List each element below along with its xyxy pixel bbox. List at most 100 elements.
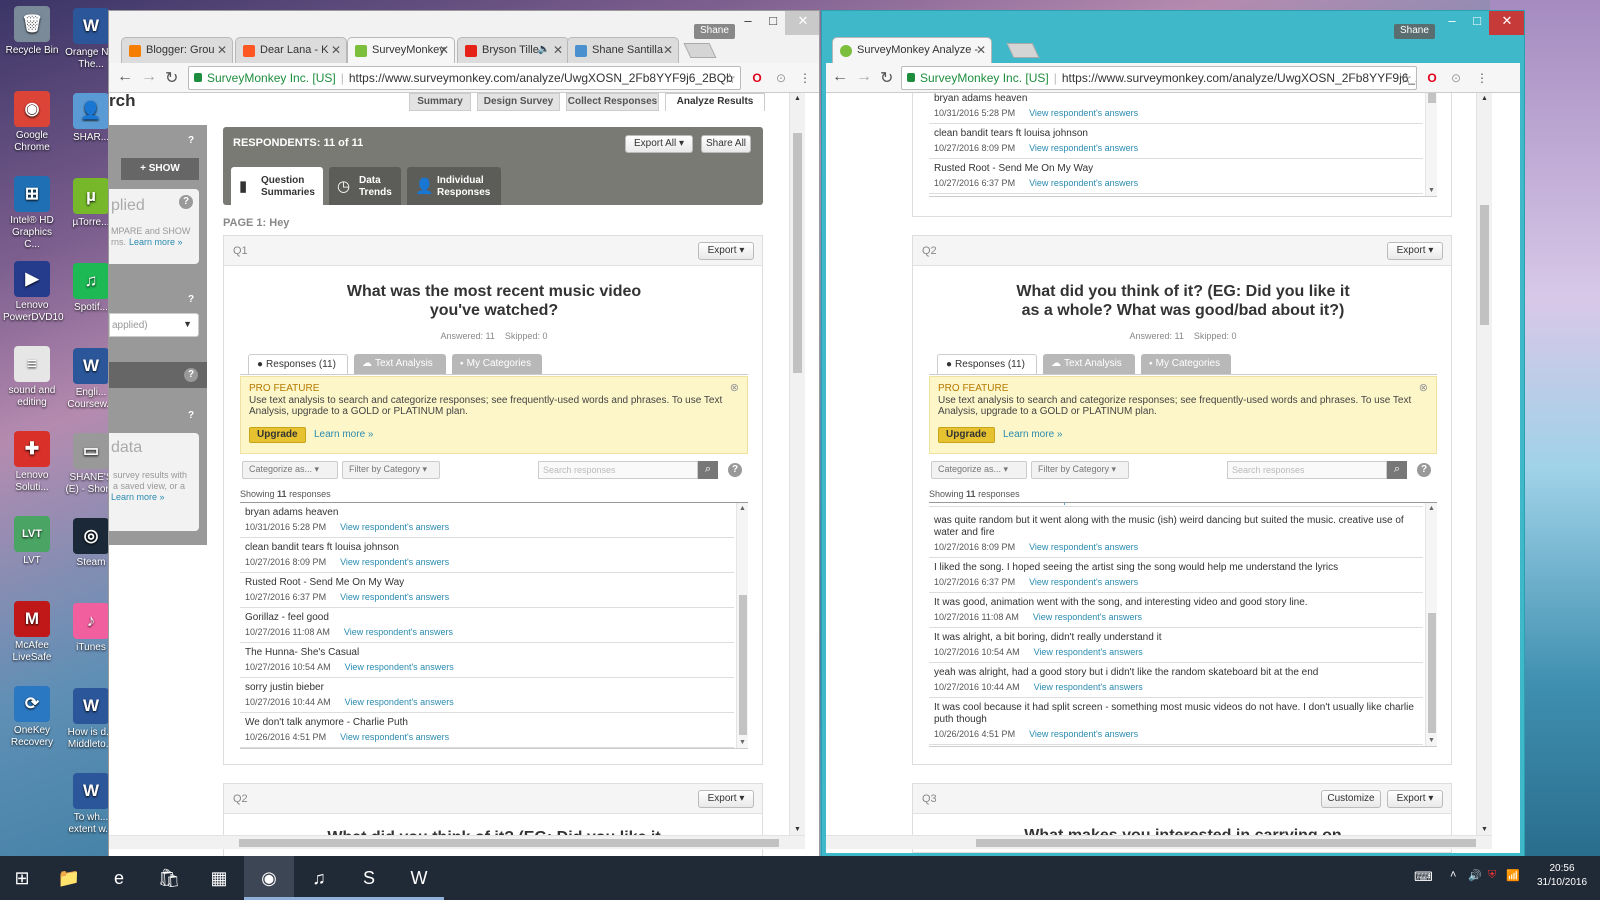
view-answers-link[interactable]: View respondent's answers [340,522,449,532]
tab-text-analysis[interactable]: ☁ Text Analysis [354,354,446,374]
reload-icon[interactable]: ↻ [165,68,178,88]
share-all-button[interactable]: Share All [701,135,751,153]
scroll-up-icon[interactable]: ▲ [1428,505,1435,512]
close-button[interactable]: ✕ [785,11,819,35]
file-explorer-icon[interactable]: 📁 [44,856,94,900]
volume-icon[interactable]: 🔊 [1468,869,1482,882]
tab-text-analysis[interactable]: ☁ Text Analysis [1043,354,1135,374]
mcafee-tray-icon[interactable]: ⛨ [1488,869,1496,882]
address-bar[interactable]: SurveyMonkey Inc. [US] | https://www.surve… [901,66,1417,90]
export-all-button[interactable]: Export All ▾ [625,135,693,153]
word-taskbar-icon[interactable]: W [394,856,444,900]
scroll-thumb[interactable] [1480,205,1489,325]
view-tab-3[interactable]: 👤 Individual Responses [407,167,501,205]
help-icon[interactable]: ? [184,134,198,148]
wifi-icon[interactable]: 📶 [1506,869,1520,882]
search-input[interactable]: Search responses [1227,461,1387,479]
page-scrollbar[interactable]: ▲ ▼ [1476,93,1492,835]
response-list-scrollbar[interactable]: ▲ ▼ [736,503,748,748]
maximize-button[interactable]: □ [1465,11,1489,35]
scroll-thumb[interactable] [739,595,747,735]
sound-and-editing-icon[interactable]: ≡ sound and editing [3,346,61,409]
close-icon[interactable]: ⊗ [730,381,739,394]
page-scrollbar[interactable]: ▲ ▼ [789,93,805,835]
view-answers-link[interactable]: View respondent's answers [345,662,454,672]
star-icon[interactable]: ☆ [723,67,736,89]
view-tab-1[interactable]: ▮ Question Summaries [231,167,323,205]
help-icon[interactable]: ? [184,409,198,423]
upgrade-button[interactable]: Upgrade [249,427,306,443]
close-tab-icon[interactable]: ✕ [217,43,227,57]
tab-my-categories[interactable]: ⬩ My Categories [1141,354,1231,374]
learn-more-link[interactable]: Learn more » [111,492,165,502]
minimize-button[interactable]: – [1440,11,1464,35]
view-answers-link[interactable]: View respondent's answers [1029,143,1138,153]
view-answers-link[interactable]: View respondent's answers [1029,108,1138,118]
export-button[interactable]: Export ▾ [698,242,754,260]
tab-3[interactable]: SurveyMonkey ✕ [347,37,455,63]
chrome-taskbar-icon[interactable]: ◉ [244,856,294,900]
spotify-taskbar-icon[interactable]: ♫ [294,856,344,900]
show-button[interactable]: + SHOW [121,158,199,180]
response-list-scrollbar[interactable]: ▲ ▼ [1425,503,1437,746]
tray-up-icon[interactable]: ˄ [1450,869,1456,881]
tab-my-categories[interactable]: ⬩ My Categories [452,354,542,374]
media-icon[interactable]: ▦ [194,856,244,900]
view-tab-2[interactable]: ◷ Data Trends [329,167,401,205]
reload-icon[interactable]: ↻ [880,68,893,88]
scroll-down-icon[interactable]: ▼ [1428,737,1435,744]
nav-tab-3[interactable]: Collect Responses [566,93,659,111]
view-answers-link[interactable]: View respondent's answers [340,592,449,602]
filter-category-dropdown[interactable]: Filter by Category ▾ [1031,461,1129,479]
view-answers-link[interactable]: View respondent's answers [1029,542,1138,552]
view-answers-link[interactable]: View respondent's answers [1034,647,1143,657]
view-answers-link[interactable]: View respondent's answers [1029,729,1138,739]
scroll-up-icon[interactable]: ▲ [739,505,746,512]
tab-surveymonkey-analyze[interactable]: SurveyMonkey Analyze - ✕ [832,37,992,63]
view-answers-link[interactable]: View respondent's answers [340,732,449,742]
view-answers-link[interactable]: View respondent's answers [344,627,453,637]
search-icon[interactable]: ⌕ [1387,461,1407,479]
new-tab-button[interactable] [683,43,717,58]
google-chrome-icon[interactable]: ◉ Google Chrome [3,91,61,154]
forward-icon[interactable]: → [141,68,157,86]
scroll-down-icon[interactable]: ▼ [1428,187,1435,194]
categorize-dropdown[interactable]: Categorize as... ▾ [242,461,338,479]
close-tab-icon[interactable]: ✕ [439,43,449,57]
onekey-recovery-icon[interactable]: ⟳ OneKey Recovery [3,686,61,749]
profile-badge[interactable]: Shane [1394,24,1435,39]
close-button[interactable]: ✕ [1489,11,1524,35]
search-input[interactable]: Search responses [538,461,698,479]
skype-taskbar-icon[interactable]: S [344,856,394,900]
search-icon[interactable]: ⌕ [698,461,718,479]
keyboard-icon[interactable]: ⌨ [1414,869,1433,885]
view-answers-link[interactable]: View respondent's answers [1029,178,1138,188]
horizontal-scrollbar[interactable] [826,835,1492,849]
filter-select[interactable]: applied) ▼ [109,313,199,337]
intel-hd-graphics-icon[interactable]: ⊞ Intel® HD Graphics C... [3,176,61,251]
forward-icon[interactable]: → [856,68,872,86]
tab-2[interactable]: Dear Lana - K ✕ [235,37,347,63]
tab-4[interactable]: Bryson Tille 🔈 ✕ [457,37,569,63]
scroll-thumb[interactable] [1428,613,1436,733]
learn-more-link[interactable]: Learn more » [1003,429,1062,440]
categorize-dropdown[interactable]: Categorize as... ▾ [931,461,1027,479]
filter-category-dropdown[interactable]: Filter by Category ▾ [342,461,440,479]
close-tab-icon[interactable]: ✕ [663,43,673,57]
lenovo-powerdvd-icon[interactable]: ▶ Lenovo PowerDVD10 [3,261,64,324]
view-answers-link[interactable]: View respondent's answers [1034,682,1143,692]
view-answers-link[interactable]: View respondent's answers [345,697,454,707]
lenovo-solution-icon[interactable]: ✚ Lenovo Soluti... [3,431,61,494]
mcafee-livesafe-icon[interactable]: M McAfee LiveSafe [3,601,61,664]
address-bar[interactable]: SurveyMonkey Inc. [US] | https://www.surve… [188,66,741,90]
tab-1[interactable]: Blogger: Grou ✕ [121,37,233,63]
opera-icon[interactable]: O [1424,70,1440,86]
close-tab-icon[interactable]: ✕ [553,43,563,57]
close-icon[interactable]: ⊗ [1419,381,1428,394]
view-answers-link[interactable]: View respondent's answers [1029,503,1138,505]
response-list-scrollbar[interactable]: ▼ [1425,93,1437,196]
tab-responses[interactable]: ● Responses (11) [937,354,1037,374]
menu-icon[interactable]: ⋮ [797,70,813,86]
minimize-button[interactable]: – [736,11,760,35]
export-button[interactable]: Export ▾ [1387,242,1443,260]
